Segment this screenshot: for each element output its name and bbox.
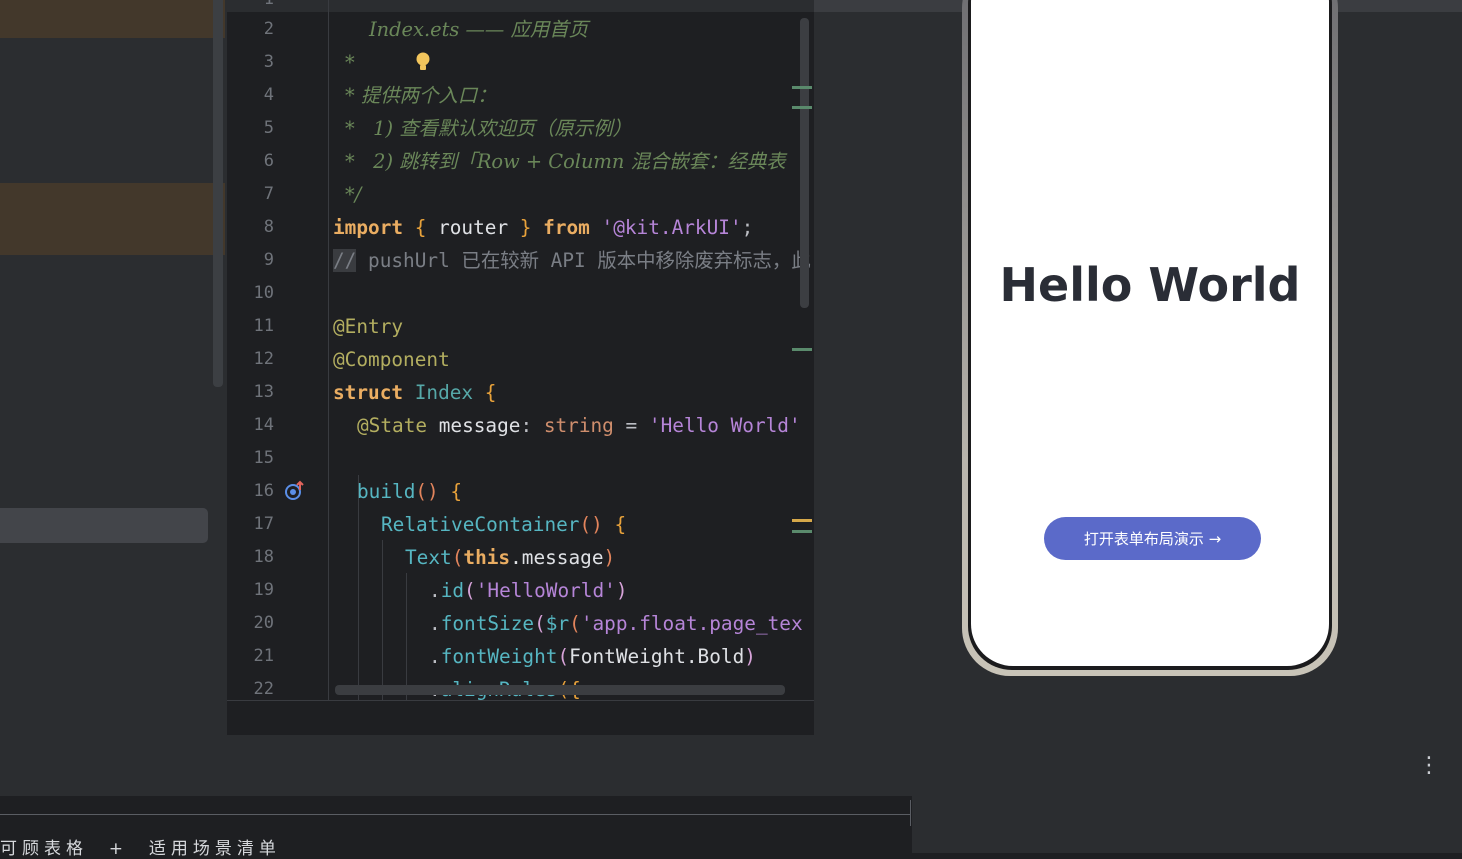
code-line[interactable]: 12 @Component <box>227 343 814 376</box>
code-editor[interactable]: 1 2 Index.ets —— 应用首页 3 * 4 * 提供两个入口： 5 … <box>227 0 814 735</box>
editor-footer <box>227 700 814 735</box>
line-number: 18 <box>253 547 274 567</box>
bottom-panel-side <box>912 796 1462 853</box>
code-decorator: @Entry <box>333 315 404 338</box>
code-line[interactable]: 20 .fontSize($r('app.float.page_tex <box>227 607 814 640</box>
code-comment: * 1) 查看默认欢迎页（原示例） <box>345 117 632 140</box>
code-text: .id('HelloWorld') <box>429 579 628 602</box>
code-comment: // pushUrl 已在较新 API 版本中移除废弃标志，此 <box>333 249 811 272</box>
code-comment: * 2) 跳转到「Row + Column 混合嵌套：经典表 <box>345 150 786 173</box>
code-line[interactable]: 9 // pushUrl 已在较新 API 版本中移除废弃标志，此 <box>227 244 814 277</box>
code-line[interactable]: 6 * 2) 跳转到「Row + Column 混合嵌套：经典表 <box>227 145 814 178</box>
line-number: 4 <box>263 85 274 105</box>
code-comment: * 提供两个入口： <box>345 84 497 107</box>
change-marker <box>792 348 812 351</box>
code-line[interactable]: 17 RelativeContainer() { <box>227 508 814 541</box>
previewer-panel: Hello World 打开表单布局演示 → <box>814 0 1462 735</box>
more-vertical-icon[interactable]: ⋮ <box>1418 753 1440 779</box>
code-text: Text(this.message) <box>405 546 616 569</box>
line-number: 5 <box>263 118 274 138</box>
line-number: 8 <box>263 217 274 237</box>
line-number: 6 <box>263 151 274 171</box>
hello-world-text: Hello World <box>999 258 1301 312</box>
code-comment: */ <box>345 183 362 206</box>
line-number: 20 <box>253 613 274 633</box>
code-text: import { router } from '@kit.ArkUI'; <box>333 216 754 239</box>
code-text: .fontSize($r('app.float.page_tex <box>429 612 803 635</box>
project-tree-row-highlighted[interactable] <box>0 183 225 255</box>
code-line[interactable]: 5 * 1) 查看默认欢迎页（原示例） <box>227 112 814 145</box>
line-number: 10 <box>253 283 274 303</box>
divider[interactable] <box>910 800 911 826</box>
project-tree-row-highlighted[interactable] <box>0 0 225 38</box>
line-number: 21 <box>253 646 274 666</box>
code-text: .fontWeight(FontWeight.Bold) <box>429 645 756 668</box>
code-line[interactable]: 13 struct Index { <box>227 376 814 409</box>
device-frame: Hello World 打开表单布局演示 → <box>962 0 1338 676</box>
code-line[interactable]: 15 <box>227 442 814 475</box>
code-line[interactable]: 18 Text(this.message) <box>227 541 814 574</box>
line-number: 7 <box>263 184 274 204</box>
line-number: 19 <box>253 580 274 600</box>
editor-vertical-scrollbar[interactable] <box>800 18 809 308</box>
code-line[interactable]: 14 @State message: string = 'Hello World… <box>227 409 814 442</box>
change-marker <box>792 530 812 533</box>
code-line[interactable]: 4 * 提供两个入口： <box>227 79 814 112</box>
code-line[interactable]: 19 .id('HelloWorld') <box>227 574 814 607</box>
code-line[interactable]: 16 build() { <box>227 475 814 508</box>
project-tree-row-selected[interactable] <box>0 508 208 543</box>
change-marker <box>792 86 812 89</box>
code-line[interactable]: 8 import { router } from '@kit.ArkUI'; <box>227 211 814 244</box>
line-number: 14 <box>253 415 274 435</box>
project-panel-scrollbar[interactable] <box>213 0 223 387</box>
open-form-layout-demo-button[interactable]: 打开表单布局演示 → <box>1044 517 1261 560</box>
line-number: 12 <box>253 349 274 369</box>
line-number: 17 <box>253 514 274 534</box>
line-number: 3 <box>263 52 274 72</box>
code-line[interactable]: 11 @Entry <box>227 310 814 343</box>
line-number: 13 <box>253 382 274 402</box>
code-line[interactable]: 3 * <box>227 46 814 79</box>
code-text: @State message: string = 'Hello World' <box>357 414 801 437</box>
code-text: struct Index { <box>333 381 497 404</box>
editor-horizontal-scrollbar[interactable] <box>335 685 785 695</box>
line-number: 2 <box>263 19 274 39</box>
code-text: build() { <box>357 480 463 503</box>
bottom-panel-content: 可顾表格 + 适用场景清单 <box>0 796 910 859</box>
device-screen[interactable]: Hello World 打开表单布局演示 → <box>971 0 1329 666</box>
code-comment: Index.ets —— 应用首页 <box>369 18 589 41</box>
code-line[interactable]: 21 .fontWeight(FontWeight.Bold) <box>227 640 814 673</box>
warning-marker <box>792 519 812 522</box>
change-marker <box>792 106 812 109</box>
code-line[interactable]: 2 Index.ets —— 应用首页 <box>227 13 814 70</box>
device-bezel: Hello World 打开表单布局演示 → <box>968 0 1332 670</box>
line-number: 16 <box>253 481 274 501</box>
line-number: 9 <box>263 250 274 270</box>
line-number: 15 <box>253 448 274 468</box>
line-number: 11 <box>253 316 274 336</box>
code-line[interactable]: 7 */ <box>227 178 814 211</box>
bottom-panel-text: 可顾表格 + 适用场景清单 <box>0 839 281 859</box>
code-line[interactable]: 10 <box>227 277 814 310</box>
tool-window-bar: ⋮ <box>0 735 1462 796</box>
implementation-gutter-icon[interactable] <box>284 480 306 506</box>
divider <box>0 814 910 815</box>
bottom-panel: 可顾表格 + 适用场景清单 <box>0 796 1462 859</box>
code-comment: * <box>345 51 355 74</box>
code-decorator: @Component <box>333 348 450 371</box>
project-panel <box>0 0 227 735</box>
code-text: RelativeContainer() { <box>381 513 627 536</box>
